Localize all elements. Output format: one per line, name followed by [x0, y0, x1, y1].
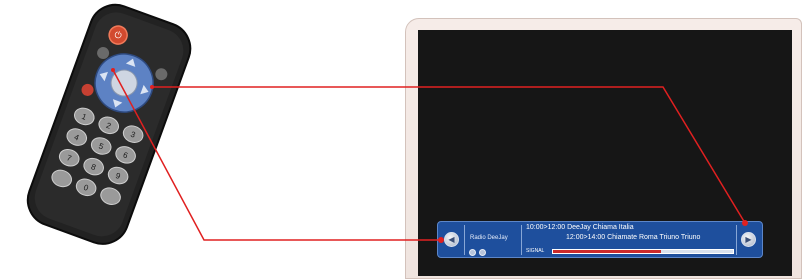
divider	[464, 225, 465, 255]
chevron-right-icon: ▶	[745, 234, 752, 244]
epg-current: 10:00>12:00 DeeJay Chiama Italia	[526, 224, 634, 231]
remote-control: ⏻ 1 2 3 4 5 6 7 8 9 0	[26, 3, 192, 245]
mini-button-left[interactable]	[469, 249, 476, 256]
divider	[736, 225, 737, 255]
prev-channel-button[interactable]: ◀	[444, 232, 459, 247]
epg-next: 12:00>14:00 Chiamate Roma Triuno Triuno	[566, 234, 701, 241]
signal-bar	[552, 249, 734, 254]
divider	[521, 225, 522, 255]
next-channel-button[interactable]: ▶	[741, 232, 756, 247]
signal-fill	[553, 250, 661, 253]
osd-info-bar: ◀ Radio DeeJay 10:00>12:00 DeeJay Chiama…	[437, 221, 763, 258]
signal-label: SIGNAL	[526, 248, 545, 254]
chevron-left-icon: ◀	[448, 234, 455, 244]
channel-name: Radio DeeJay	[470, 235, 508, 241]
mini-button-right[interactable]	[479, 249, 486, 256]
